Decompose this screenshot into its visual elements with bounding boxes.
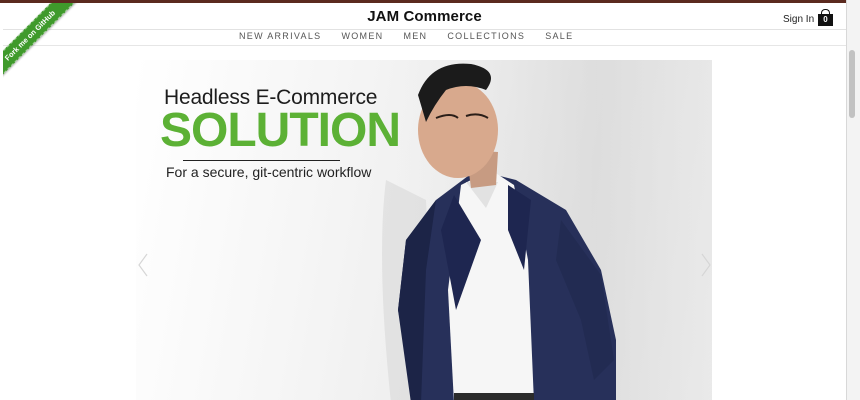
site-title[interactable]: JAM Commerce bbox=[3, 8, 846, 25]
site-header: JAM Commerce Sign In 0 bbox=[3, 3, 846, 30]
nav-items: NEW ARRIVALS WOMEN MEN COLLECTIONS SALE bbox=[239, 31, 593, 41]
nav-item-men[interactable]: MEN bbox=[403, 31, 427, 41]
chevron-right-icon[interactable] bbox=[699, 250, 712, 280]
page-viewport: JAM Commerce Sign In 0 NEW ARRIVALS WOME… bbox=[3, 3, 846, 400]
nav-item-new-arrivals[interactable]: NEW ARRIVALS bbox=[239, 31, 321, 41]
cart-count-badge: 0 bbox=[823, 15, 828, 24]
nav-item-collections[interactable]: COLLECTIONS bbox=[447, 31, 525, 41]
chevron-left-icon[interactable] bbox=[136, 250, 150, 280]
page-scrollbar[interactable] bbox=[849, 50, 855, 118]
hero-divider bbox=[183, 160, 340, 161]
nav-item-women[interactable]: WOMEN bbox=[341, 31, 383, 41]
hero-subheadline: For a secure, git-centric workflow bbox=[166, 164, 372, 180]
hero-headline-solution: SOLUTION bbox=[160, 104, 401, 157]
nav-item-sale[interactable]: SALE bbox=[545, 31, 573, 41]
hero-carousel: Headless E-Commerce SOLUTION For a secur… bbox=[136, 60, 712, 400]
cart-button[interactable]: 0 bbox=[818, 9, 833, 26]
sign-in-link[interactable]: Sign In bbox=[783, 14, 814, 25]
main-nav: NEW ARRIVALS WOMEN MEN COLLECTIONS SALE bbox=[3, 30, 846, 46]
